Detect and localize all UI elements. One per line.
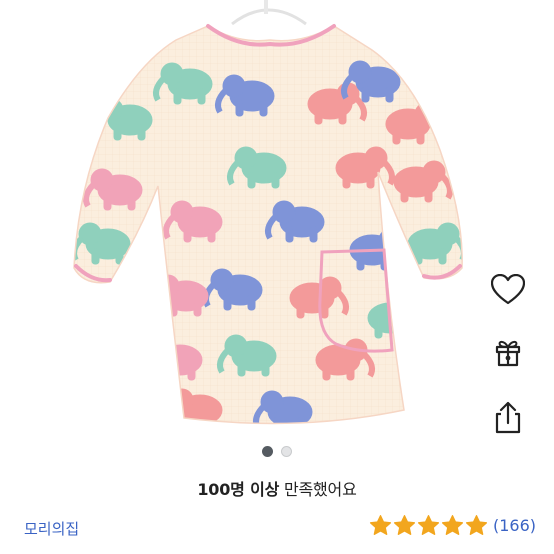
- image-carousel-indicator: [0, 446, 554, 460]
- star-icon: [417, 515, 440, 535]
- star-icon: [393, 515, 416, 535]
- satisfaction-count: 100명 이상: [197, 480, 280, 499]
- star-icon: [369, 515, 392, 535]
- carousel-dot-2[interactable]: [281, 446, 292, 457]
- rating-summary[interactable]: (166): [369, 514, 536, 537]
- star-rating: [369, 514, 488, 537]
- star-icon: [465, 515, 488, 535]
- star-icon: [441, 515, 464, 535]
- seller-name-link[interactable]: 모리의집: [24, 518, 79, 539]
- gift-button[interactable]: [486, 330, 530, 374]
- review-count: (166): [492, 516, 536, 535]
- product-image[interactable]: [0, 0, 554, 440]
- smock-illustration: [0, 0, 554, 440]
- share-button[interactable]: [486, 396, 530, 440]
- wishlist-button[interactable]: [486, 268, 530, 312]
- satisfaction-label: 만족했어요: [279, 480, 357, 499]
- satisfaction-text: 100명 이상 만족했어요: [0, 476, 554, 500]
- share-icon: [495, 401, 521, 434]
- heart-outline-icon: [491, 274, 525, 305]
- gift-icon: [495, 340, 521, 367]
- carousel-dot-1[interactable]: [262, 446, 273, 457]
